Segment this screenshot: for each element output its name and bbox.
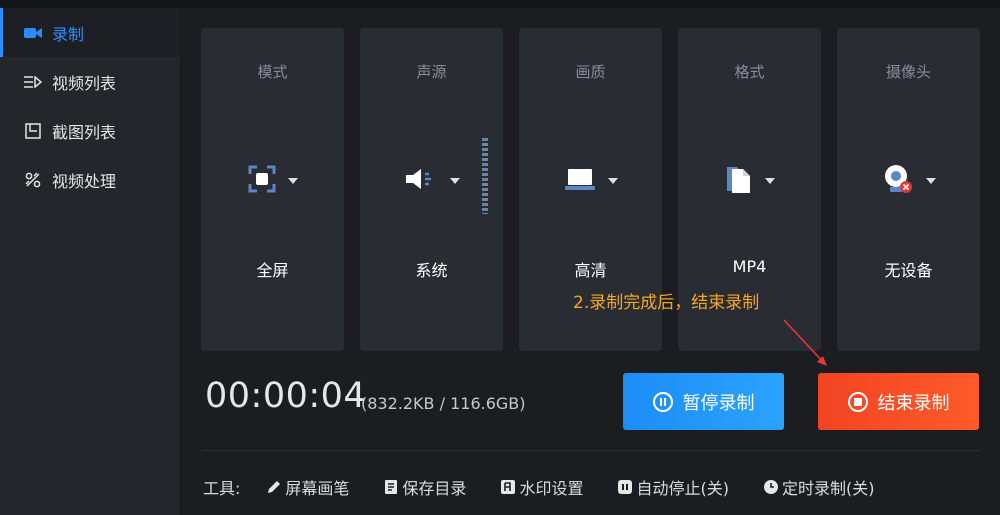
sidebar-item-label: 视频处理	[52, 171, 117, 191]
folder-icon	[383, 479, 399, 495]
speaker-icon	[404, 166, 438, 196]
watermark-icon	[500, 479, 516, 495]
chevron-down-icon	[607, 178, 618, 184]
stop-recording-button[interactable]: 结束录制	[818, 373, 979, 430]
card-value: 全屏	[256, 261, 289, 280]
annotation-arrow-icon	[783, 319, 827, 366]
webcam-icon	[882, 163, 914, 199]
video-tools-icon	[22, 171, 44, 189]
mode-selector[interactable]	[201, 165, 344, 197]
pen-icon	[266, 479, 282, 495]
sidebar: 录制 视频列表 截图列表 视频处理	[0, 8, 181, 515]
window-top-bar	[0, 0, 1000, 8]
watermark-settings-tool[interactable]: 水印设置	[500, 475, 583, 499]
monitor-icon	[564, 167, 596, 195]
card-title: 声源	[416, 63, 447, 81]
tutorial-annotation: 2.录制完成后，结束录制	[573, 293, 760, 313]
audio-card[interactable]: 声源 系统	[360, 28, 503, 351]
camera-card[interactable]: 摄像头 无设备	[837, 28, 980, 351]
sidebar-item-label: 录制	[52, 24, 85, 44]
chevron-down-icon	[287, 178, 298, 184]
chevron-down-icon	[764, 178, 775, 184]
card-value: 无设备	[884, 261, 933, 280]
tool-label: 水印设置	[519, 479, 584, 498]
screenshot-list-icon	[22, 122, 44, 140]
tool-label: 屏幕画笔	[285, 479, 350, 498]
format-selector[interactable]	[678, 166, 821, 196]
pause-recording-button[interactable]: 暂停录制	[623, 373, 784, 430]
card-title: 模式	[257, 63, 288, 81]
pause-icon	[652, 391, 673, 412]
screen-pen-tool[interactable]: 屏幕画笔	[266, 475, 349, 499]
video-list-icon	[22, 73, 44, 91]
recording-size: (832.2KB / 116.6GB)	[361, 394, 526, 413]
sidebar-item-label: 视频列表	[52, 73, 117, 93]
tools-bar: 工具: 屏幕画笔 保存目录 水印设置 自动停止(关) 定时录制(关)	[203, 475, 908, 499]
sidebar-item-record[interactable]: 录制	[0, 8, 180, 57]
tool-label: 定时录制(关)	[781, 479, 875, 498]
camera-selector[interactable]	[837, 163, 980, 199]
fullscreen-icon	[248, 165, 276, 197]
stop-icon	[847, 391, 868, 412]
audio-level-meter	[482, 138, 488, 214]
chevron-down-icon	[925, 178, 936, 184]
sidebar-item-video-list[interactable]: 视频列表	[0, 57, 180, 106]
card-title: 摄像头	[885, 63, 931, 81]
card-value: 高清	[574, 261, 607, 280]
divider	[201, 450, 980, 451]
card-value: MP4	[732, 257, 767, 276]
mode-card[interactable]: 模式 全屏	[201, 28, 344, 351]
recording-timer: 00:00:04	[205, 376, 367, 416]
pause-recording-label: 暂停录制	[682, 392, 755, 414]
sidebar-item-video-tools[interactable]: 视频处理	[0, 155, 180, 204]
tools-label: 工具:	[203, 479, 241, 498]
auto-stop-tool[interactable]: 自动停止(关)	[617, 475, 729, 499]
tool-label: 保存目录	[402, 479, 467, 498]
scheduled-recording-tool[interactable]: 定时录制(关)	[763, 475, 875, 499]
save-directory-tool[interactable]: 保存目录	[383, 475, 466, 499]
stop-recording-label: 结束录制	[877, 392, 950, 414]
auto-stop-icon	[617, 479, 633, 495]
chevron-down-icon	[449, 178, 460, 184]
sidebar-item-screenshot-list[interactable]: 截图列表	[0, 106, 180, 155]
card-title: 格式	[734, 63, 765, 81]
sidebar-item-label: 截图列表	[52, 122, 117, 142]
clock-icon	[763, 479, 779, 495]
main-panel: 模式 全屏 声源 系统 画质 高清 格式 MP4 摄像头 无设备 2.录制完成后…	[181, 8, 1000, 515]
card-value: 系统	[415, 261, 448, 280]
video-camera-icon	[22, 24, 44, 42]
file-icon	[725, 164, 753, 198]
quality-selector[interactable]	[519, 166, 662, 196]
card-title: 画质	[575, 63, 606, 81]
tool-label: 自动停止(关)	[636, 479, 729, 498]
